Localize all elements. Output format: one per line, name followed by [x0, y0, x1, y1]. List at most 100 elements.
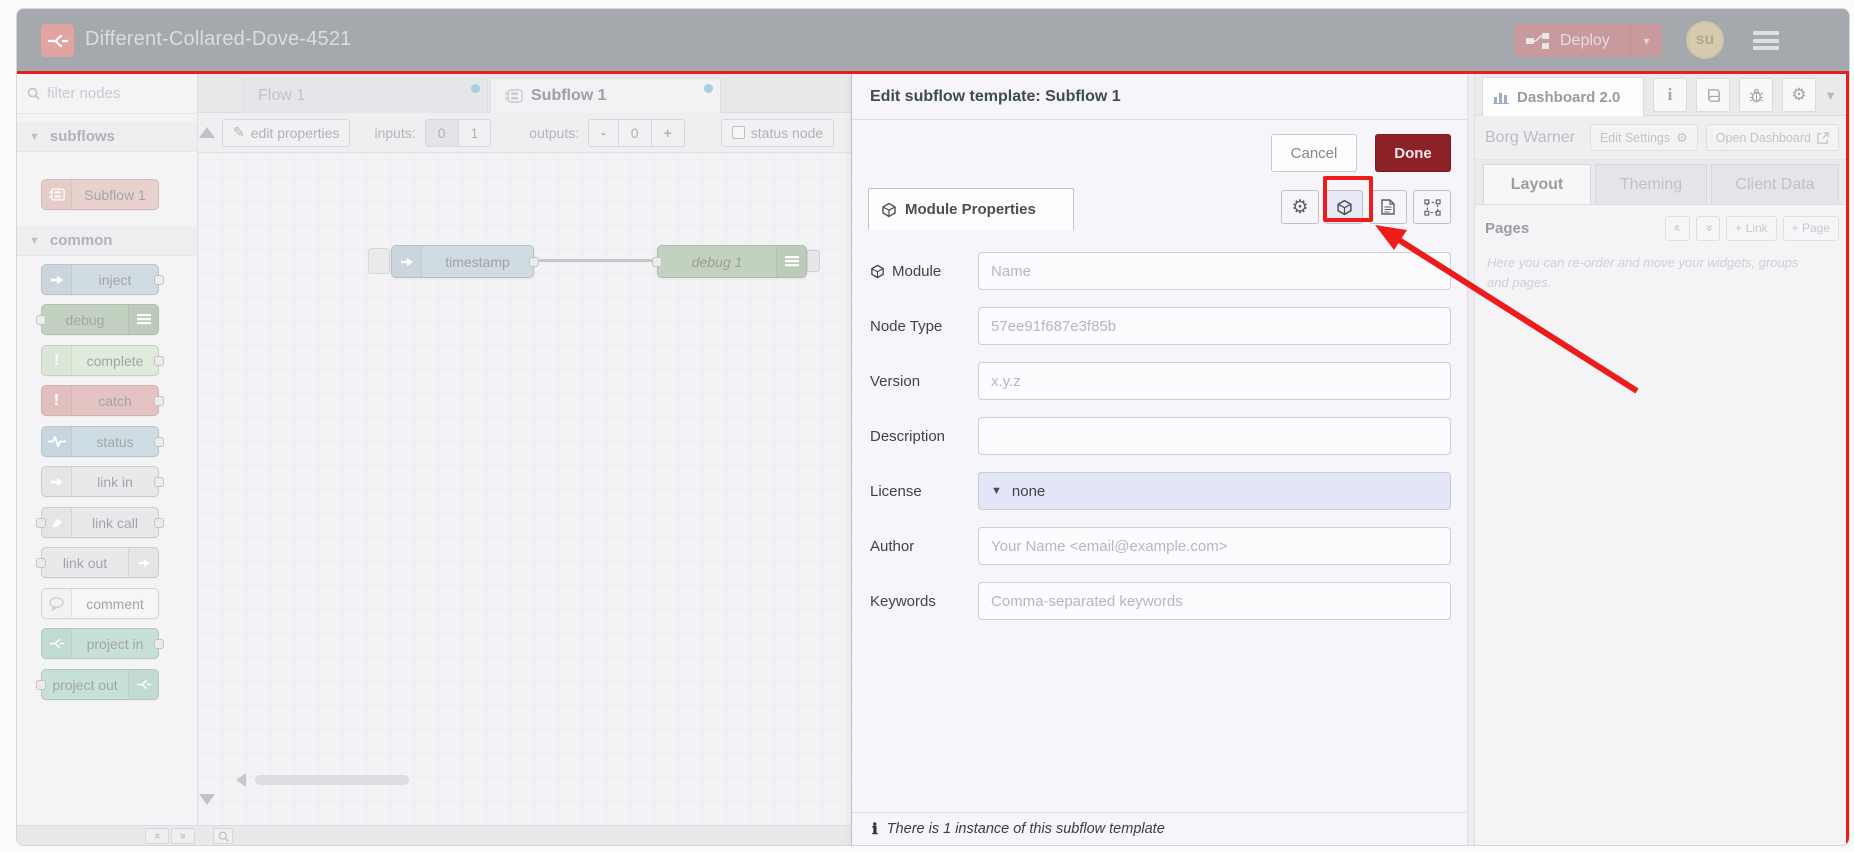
debug-tab-button[interactable]: [1739, 78, 1773, 112]
inputs-1-button[interactable]: 1: [457, 118, 492, 147]
move-down-button[interactable]: «: [1695, 215, 1721, 241]
palette-node-link-out[interactable]: link out: [36, 547, 159, 578]
move-up-button[interactable]: «: [1664, 215, 1690, 241]
output-port[interactable]: [154, 518, 164, 528]
palette-filter: [17, 74, 197, 114]
inputs-0-button[interactable]: 0: [424, 118, 459, 147]
user-avatar[interactable]: su: [1686, 21, 1724, 59]
tab-dashboard-2[interactable]: Dashboard 2.0: [1482, 77, 1644, 116]
input-port[interactable]: [36, 558, 46, 568]
palette-node-link-in[interactable]: link in: [41, 466, 164, 497]
canvas-horizontal-scrollbar[interactable]: [255, 775, 409, 785]
palette-scroll-down-icon[interactable]: [199, 794, 215, 805]
output-port[interactable]: [154, 437, 164, 447]
palette-section-common[interactable]: ▼ common: [17, 226, 197, 256]
cancel-button[interactable]: Cancel: [1271, 134, 1357, 172]
page-title: Different-Collared-Dove-4521: [85, 28, 352, 50]
debug-toggle-button[interactable]: [807, 250, 820, 272]
sidebar-menu-caret[interactable]: ▼: [1824, 88, 1837, 103]
node-label: link call: [92, 514, 138, 531]
palette-node-project-in[interactable]: project in: [41, 628, 164, 659]
author-input[interactable]: [978, 527, 1451, 565]
collapse-all-button[interactable]: «: [145, 828, 169, 844]
module-properties-tab[interactable]: Module Properties: [868, 188, 1074, 230]
dialog-title: Edit subflow template: Subflow 1: [852, 74, 1467, 120]
tab-subflow1[interactable]: Subflow 1: [490, 78, 721, 113]
description-doc-button[interactable]: [1369, 190, 1407, 224]
input-port[interactable]: [36, 680, 46, 690]
expand-all-button[interactable]: «: [171, 828, 195, 844]
palette-node-catch[interactable]: ! catch: [41, 385, 164, 416]
inputs-label: inputs:: [374, 124, 416, 141]
palette-node-debug[interactable]: debug: [36, 304, 159, 335]
checkbox-icon[interactable]: [731, 126, 745, 139]
palette-node-link-call[interactable]: link call: [36, 507, 164, 538]
outputs-plus-button[interactable]: +: [650, 118, 685, 147]
outputs-count: 0: [617, 118, 652, 147]
outputs-minus-button[interactable]: -: [588, 118, 619, 147]
open-dashboard-button[interactable]: Open Dashboard: [1705, 124, 1839, 151]
gear-icon: ⚙: [1791, 85, 1807, 104]
palette-node-subflow1[interactable]: Subflow 1: [41, 179, 159, 210]
version-input[interactable]: [978, 362, 1451, 400]
description-input[interactable]: [978, 417, 1451, 455]
section-label: subflows: [49, 128, 115, 145]
canvas-node-timestamp[interactable]: timestamp: [391, 245, 539, 278]
tab-theming[interactable]: Theming: [1595, 164, 1707, 204]
inject-trigger-button[interactable]: [368, 248, 390, 274]
annotation-right-line: [1846, 71, 1849, 845]
output-port[interactable]: [154, 477, 164, 487]
output-port[interactable]: [154, 396, 164, 406]
canvas-node-debug1[interactable]: debug 1: [652, 245, 807, 278]
deploy-button[interactable]: Deploy ▾: [1514, 24, 1662, 57]
output-port[interactable]: [154, 356, 164, 366]
palette-node-comment[interactable]: comment: [41, 588, 159, 619]
info-tab-button[interactable]: i: [1653, 78, 1687, 112]
add-link-button[interactable]: + Link: [1726, 215, 1777, 241]
add-page-button[interactable]: + Page: [1782, 215, 1839, 241]
cube-icon: [871, 264, 884, 278]
output-port[interactable]: [154, 275, 164, 285]
keywords-input[interactable]: [978, 582, 1451, 620]
wire[interactable]: [539, 259, 657, 262]
input-port[interactable]: [36, 315, 46, 325]
module-input[interactable]: [978, 252, 1451, 290]
edit-properties-button[interactable]: ✎ edit properties: [222, 118, 351, 147]
palette-node-status[interactable]: status: [41, 426, 164, 457]
main-menu-button[interactable]: [1753, 31, 1779, 50]
canvas-scroll-left-icon[interactable]: [236, 773, 246, 787]
bar-chart-icon: [1493, 93, 1509, 104]
help-tab-button[interactable]: [1696, 78, 1730, 112]
license-select[interactable]: ▼ none: [978, 472, 1451, 510]
tab-layout[interactable]: Layout: [1483, 164, 1591, 204]
sidebar-resize-handle[interactable]: [1467, 74, 1475, 845]
palette-node-inject[interactable]: inject: [41, 264, 164, 295]
pulse-icon: [42, 427, 72, 456]
node-label: status: [96, 433, 134, 450]
zoom-search-button[interactable]: [213, 828, 233, 844]
input-port[interactable]: [652, 257, 662, 267]
filter-nodes-input[interactable]: [47, 85, 167, 102]
chevron-down-icon: ▼: [29, 234, 40, 247]
input-port[interactable]: [36, 518, 46, 528]
done-button[interactable]: Done: [1375, 134, 1451, 172]
appearance-frame-button[interactable]: [1413, 190, 1451, 224]
settings-tab-button[interactable]: ⚙: [1782, 78, 1816, 112]
output-port[interactable]: [154, 639, 164, 649]
node-type-input[interactable]: [978, 307, 1451, 345]
tab-client-data[interactable]: Client Data: [1711, 164, 1839, 204]
tab-flow1[interactable]: Flow 1: [243, 78, 488, 113]
node-label: inject: [98, 271, 132, 288]
palette-node-complete[interactable]: ! complete: [41, 345, 164, 376]
status-node-toggle[interactable]: status node: [720, 118, 835, 147]
pages-help-text: Here you can re-order and move your widg…: [1487, 255, 1799, 290]
node-red-logo-icon: [41, 24, 74, 57]
version-field-label: Version: [870, 372, 921, 390]
palette-section-subflows[interactable]: ▼ subflows: [17, 122, 197, 152]
deploy-options-caret[interactable]: ▾: [1630, 24, 1662, 57]
palette-scroll-up-icon[interactable]: [199, 127, 215, 138]
palette-node-project-out[interactable]: project out: [36, 669, 159, 700]
output-port[interactable]: [529, 257, 539, 267]
properties-gear-button[interactable]: ⚙: [1281, 190, 1319, 224]
edit-settings-button[interactable]: Edit Settings ⚙: [1589, 124, 1698, 151]
